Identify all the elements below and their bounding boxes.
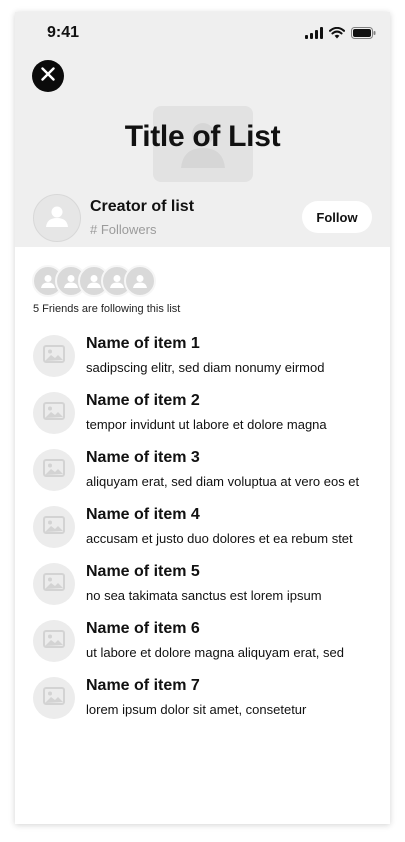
list-item[interactable]: Name of item 3 aliquyam erat, sed diam v… bbox=[15, 446, 390, 503]
status-icons bbox=[305, 26, 376, 44]
item-description: accusam et justo duo dolores et ea rebum… bbox=[86, 531, 353, 546]
item-description: no sea takimata sanctus est lorem ipsum bbox=[86, 588, 322, 603]
item-name: Name of item 7 bbox=[86, 677, 200, 694]
item-thumbnail bbox=[33, 449, 75, 491]
list-item[interactable]: Name of item 5 no sea takimata sanctus e… bbox=[15, 560, 390, 617]
item-name: Name of item 4 bbox=[86, 506, 200, 523]
image-placeholder-icon bbox=[43, 686, 65, 710]
follow-button[interactable]: Follow bbox=[302, 201, 372, 233]
signal-icon bbox=[305, 26, 323, 44]
item-thumbnail bbox=[33, 563, 75, 605]
list-item[interactable]: Name of item 6 ut labore et dolore magna… bbox=[15, 617, 390, 674]
item-thumbnail bbox=[33, 506, 75, 548]
image-placeholder-icon bbox=[43, 401, 65, 425]
creator-avatar[interactable] bbox=[33, 194, 81, 242]
list-item[interactable]: Name of item 7 lorem ipsum dolor sit ame… bbox=[15, 674, 390, 731]
item-name: Name of item 5 bbox=[86, 563, 200, 580]
creator-name[interactable]: Creator of list bbox=[90, 198, 194, 216]
item-description: ut labore et dolore magna aliquyam erat,… bbox=[86, 645, 344, 660]
item-thumbnail bbox=[33, 677, 75, 719]
item-thumbnail bbox=[33, 620, 75, 662]
item-description: tempor invidunt ut labore et dolore magn… bbox=[86, 417, 327, 432]
image-placeholder-icon bbox=[43, 344, 65, 368]
friends-following-text: 5 Friends are following this list bbox=[33, 303, 181, 315]
item-list: Name of item 1 sadipscing elitr, sed dia… bbox=[15, 332, 390, 731]
image-placeholder-icon bbox=[43, 629, 65, 653]
item-description: aliquyam erat, sed diam voluptua at vero… bbox=[86, 474, 360, 489]
item-name: Name of item 3 bbox=[86, 449, 200, 466]
list-item[interactable]: Name of item 4 accusam et justo duo dolo… bbox=[15, 503, 390, 560]
item-description: lorem ipsum dolor sit amet, consetetur bbox=[86, 702, 307, 717]
list-item[interactable]: Name of item 2 tempor invidunt ut labore… bbox=[15, 389, 390, 446]
image-placeholder-icon bbox=[43, 572, 65, 596]
image-placeholder-icon bbox=[43, 515, 65, 539]
item-name: Name of item 6 bbox=[86, 620, 200, 637]
battery-icon bbox=[351, 26, 376, 44]
wifi-icon bbox=[329, 26, 345, 44]
list-header: 9:41 Title of List Creator of list # Fol… bbox=[15, 12, 390, 247]
list-item[interactable]: Name of item 1 sadipscing elitr, sed dia… bbox=[15, 332, 390, 389]
creator-followers: # Followers bbox=[90, 222, 157, 237]
item-thumbnail bbox=[33, 335, 75, 377]
friend-avatar bbox=[124, 265, 156, 297]
phone-frame: 9:41 Title of List Creator of list # Fol… bbox=[15, 12, 390, 824]
item-name: Name of item 1 bbox=[86, 335, 200, 352]
item-thumbnail bbox=[33, 392, 75, 434]
person-icon bbox=[44, 205, 70, 232]
image-placeholder-icon bbox=[43, 458, 65, 482]
item-name: Name of item 2 bbox=[86, 392, 200, 409]
list-title: Title of List bbox=[124, 120, 281, 153]
close-button[interactable] bbox=[32, 60, 64, 92]
close-icon bbox=[41, 66, 55, 86]
status-time: 9:41 bbox=[47, 24, 80, 41]
item-description: sadipscing elitr, sed diam nonumy eirmod bbox=[86, 360, 325, 375]
